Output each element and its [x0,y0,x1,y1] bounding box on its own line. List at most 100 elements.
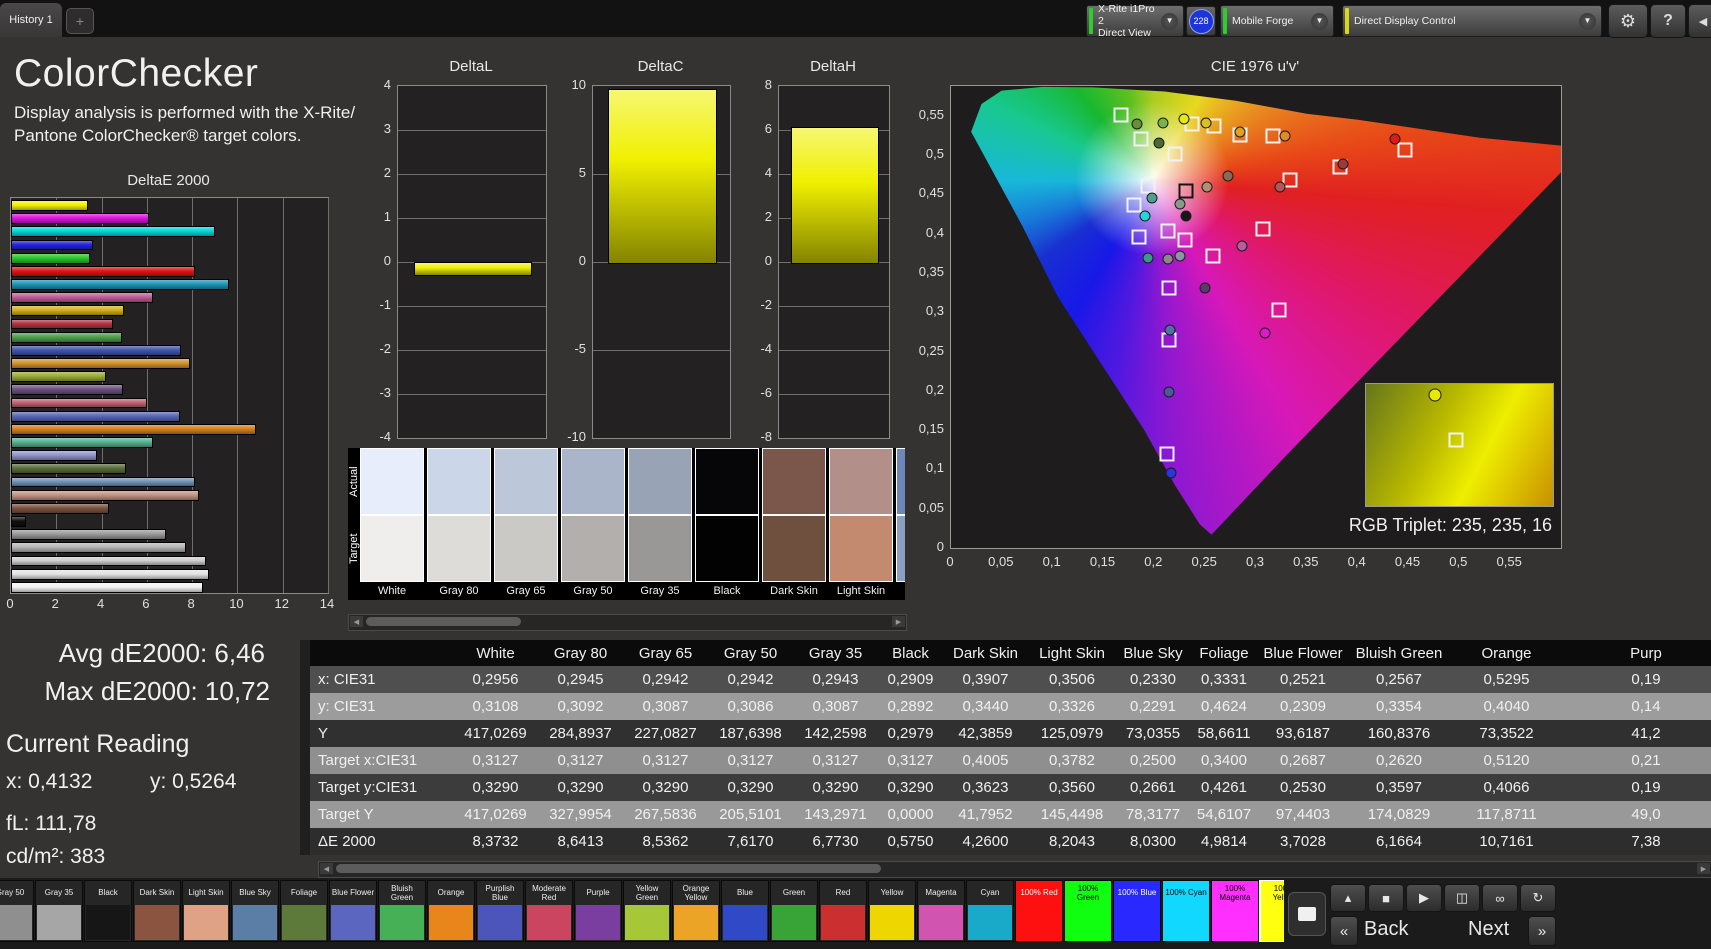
patch-chip-gray-35[interactable]: Gray 35 [35,880,83,942]
deltae-gridline [192,198,193,593]
display-control-dropdown[interactable]: Direct Display Control ▼ [1342,5,1602,37]
table-row[interactable]: Target Y417,0269327,9954267,5836205,5101… [310,801,1711,828]
deltae-bar-magenta [11,292,153,303]
eject-button[interactable]: ▴ [1330,884,1366,912]
patch-chip-100--cyan[interactable]: 100% Cyan [1162,880,1210,942]
next-button[interactable]: Next [1468,918,1509,941]
scroll-left-icon[interactable]: ◀ [320,863,333,874]
app-window: History 1 + X-Rite i1Pro 2 Direct View ▼… [0,0,1711,949]
table-cell: 0,2521 [1258,671,1348,688]
patch-chip-cyan[interactable]: Cyan [966,880,1014,942]
patch-chip-foliage[interactable]: Foliage [280,880,328,942]
patch-chip-orange[interactable]: Orange [427,880,475,942]
table-row[interactable]: ΔE 20008,37328,64138,53627,61706,77300,5… [310,828,1711,855]
patch-chip-dark-skin[interactable]: Dark Skin [133,880,181,942]
swatch-dark-skin[interactable]: Dark Skin [762,448,826,600]
table-scrollbar[interactable]: ◀ ▶ [318,861,1711,878]
patch-chip-gray-50[interactable]: Gray 50 [0,880,34,942]
patch-chip-color [576,905,620,940]
patch-chip-100--magenta[interactable]: 100% Magenta [1211,880,1259,942]
settings-button[interactable]: ⚙ [1608,4,1648,38]
help-button[interactable]: ? [1650,4,1686,38]
collapse-panel-button[interactable]: ◀ [1688,4,1711,38]
patch-chip-label: Green [771,881,817,905]
next-chevron-button[interactable]: » [1528,916,1556,946]
scroll-right-icon[interactable]: ▶ [1697,863,1710,874]
swatch-actual [360,448,424,515]
patch-chip-label: Blue Flower [330,881,376,905]
patch-chip-blue-sky[interactable]: Blue Sky [231,880,279,942]
delta-tick-label: -4 [742,341,772,356]
patch-chip-light-skin[interactable]: Light Skin [182,880,230,942]
table-column-header: White [453,645,538,662]
swatch-label: Light Skin [829,582,893,600]
patch-chip-yellow-green[interactable]: Yellow Green [623,880,671,942]
patch-chip-black[interactable]: Black [84,880,132,942]
swatch-white[interactable]: White [360,448,424,600]
workflow-dropdown[interactable]: Mobile Forge ▼ [1220,5,1334,37]
patch-chip-color [772,905,816,940]
swatch-light-skin[interactable]: Light Skin [829,448,893,600]
window-button[interactable]: ◫ [1444,884,1480,912]
table-cell: 0,2945 [538,671,623,688]
swatch-gray-80[interactable]: Gray 80 [427,448,491,600]
table-row[interactable]: Target x:CIE310,31270,31270,31270,31270,… [310,747,1711,774]
inset-target-square [1448,433,1463,448]
tab-history-1[interactable]: History 1 [0,3,62,37]
patch-chip-color [625,905,669,940]
display-select-button[interactable] [1288,892,1326,936]
swatch-comparison-strip: Actual Target WhiteGray 80Gray 65Gray 50… [348,448,905,600]
patch-chip-red[interactable]: Red [819,880,867,942]
cie-zoom-inset [1365,383,1554,507]
meter-count-button[interactable]: 228 [1186,6,1216,36]
patch-chip-100--green[interactable]: 100% Green [1064,880,1112,942]
back-chevron-button[interactable]: « [1330,916,1358,946]
add-tab-button[interactable]: + [66,8,94,34]
meter-dropdown[interactable]: X-Rite i1Pro 2 Direct View ▼ [1086,5,1184,37]
patch-chip-100--red[interactable]: 100% Red [1015,880,1063,942]
patch-chip-bluish-green[interactable]: Bluish Green [378,880,426,942]
swatch-black[interactable]: Black [695,448,759,600]
table-row[interactable]: y: CIE310,31080,30920,30870,30860,30870,… [310,693,1711,720]
table-cell: 0,4040 [1450,698,1563,715]
patch-chip-purplish-blue[interactable]: Purplish Blue [476,880,524,942]
patch-chip-100--blue[interactable]: 100% Blue [1113,880,1161,942]
patch-chip-blue-flower[interactable]: Blue Flower [329,880,377,942]
patch-chip-purple[interactable]: Purple [574,880,622,942]
patch-chip-label: 100% Yellow [1261,881,1284,905]
swatch-gray-50[interactable]: Gray 50 [561,448,625,600]
swatch-blue-sky[interactable]: Blue Sky [896,448,905,600]
patch-chip-orange-yellow[interactable]: Orange Yellow [672,880,720,942]
stop-button[interactable]: ■ [1368,884,1404,912]
patch-chip-blue[interactable]: Blue [721,880,769,942]
swatch-gray-65[interactable]: Gray 65 [494,448,558,600]
table-row[interactable]: Y417,0269284,8937227,0827187,6398142,259… [310,720,1711,747]
patch-chip-yellow[interactable]: Yellow [868,880,916,942]
back-button[interactable]: Back [1364,918,1408,941]
table-row[interactable]: x: CIE310,29560,29450,29420,29420,29430,… [310,666,1711,693]
patch-chip-magenta[interactable]: Magenta [917,880,965,942]
play-button[interactable]: ▶ [1406,884,1442,912]
scroll-right-icon[interactable]: ▶ [892,616,905,627]
table-row[interactable]: Target y:CIE310,32900,32900,32900,32900,… [310,774,1711,801]
swatch-scrollbar[interactable]: ◀ ▶ [348,614,907,631]
table-scrollbar-thumb[interactable] [336,864,881,873]
max-de2000: Max dE2000: 10,72 [20,676,270,707]
patch-chip-green[interactable]: Green [770,880,818,942]
patch-chip-color [380,905,424,940]
delta-tick-label: 4 [742,165,772,180]
refresh-button[interactable]: ↻ [1520,884,1556,912]
cie-target-square [1206,248,1221,263]
infinite-button[interactable]: ∞ [1482,884,1518,912]
scroll-left-icon[interactable]: ◀ [350,616,363,627]
current-y: y: 0,5264 [150,770,236,794]
meter-count-badge: 228 [1189,9,1214,34]
delta-chart-title: DeltaL [397,58,545,75]
swatch-scrollbar-thumb[interactable] [366,617,521,626]
swatch-gray-35[interactable]: Gray 35 [628,448,692,600]
actual-row-label: Actual [348,448,360,515]
patch-chip-moderate-red[interactable]: Moderate Red [525,880,573,942]
deltae-bar-gray-80 [11,569,209,580]
patch-chip-100--yellow[interactable]: 100% Yellow [1260,880,1284,942]
cie-target-square [1167,146,1182,161]
